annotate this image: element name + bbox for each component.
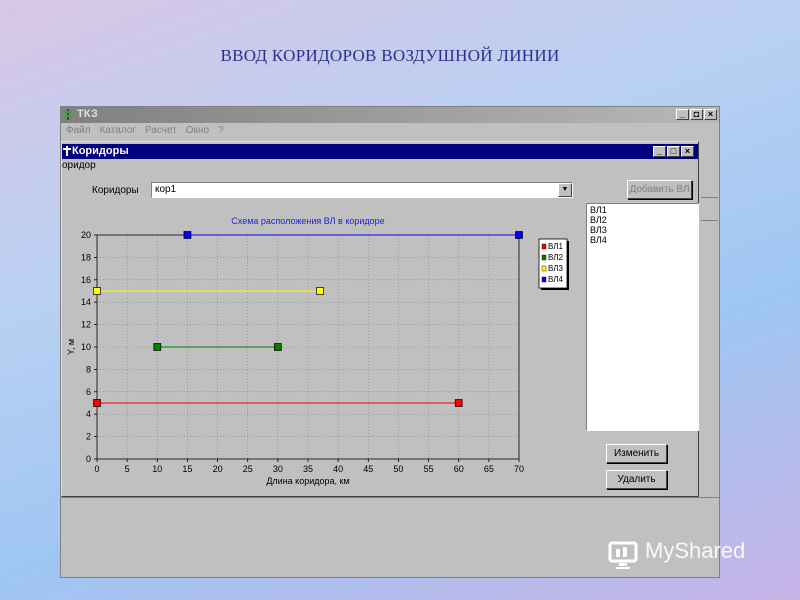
corridors-titlebar[interactable]: Коридоры _ □ × — [62, 144, 698, 159]
menu-window[interactable]: Окно — [186, 123, 209, 139]
app-title: ТКЗ — [77, 108, 98, 120]
x-tick-label: 0 — [94, 464, 99, 474]
list-item[interactable]: ВЛ1 — [590, 205, 695, 215]
series-marker-2 — [153, 343, 162, 351]
x-tick-label: 15 — [182, 464, 192, 474]
chart-title: Схема расположения ВЛ в коридоре — [231, 216, 384, 226]
y-tick-label: 10 — [81, 342, 91, 352]
corridor-menu[interactable]: оридор — [62, 160, 96, 171]
app-titlebar[interactable]: ТКЗ _ ◘ × — [61, 107, 719, 123]
x-axis-label: Длина коридора, км — [266, 476, 349, 486]
x-tick-label: 70 — [514, 464, 524, 474]
y-tick-label: 16 — [81, 275, 91, 285]
corridors-title: Коридоры — [72, 145, 129, 157]
list-item[interactable]: ВЛ3 — [590, 225, 695, 235]
lines-listbox[interactable]: ВЛ1 ВЛ2 ВЛ3 ВЛ4 — [586, 203, 699, 431]
y-tick-label: 20 — [81, 230, 91, 240]
app-window: ТКЗ _ ◘ × Файл Каталог Расчет Окно ? Кор… — [60, 106, 720, 578]
add-line-button[interactable]: Добавить ВЛ — [627, 180, 692, 199]
y-tick-label: 0 — [86, 454, 91, 464]
corridor-chart: Схема расположения ВЛ в коридоре0 5 10 15 20… — [66, 216, 569, 486]
series-marker-2 — [274, 343, 282, 351]
change-button[interactable]: Изменить — [606, 444, 667, 463]
corridors-window: Коридоры _ □ × оридор Коридоры кор1 ▼ До… — [61, 141, 699, 497]
watermark-logo — [608, 541, 638, 569]
legend-swatch-3 — [541, 265, 547, 272]
y-tick-label: 18 — [81, 252, 91, 262]
menu-help[interactable]: ? — [218, 123, 224, 139]
x-tick-label: 25 — [243, 464, 253, 474]
x-tick-label: 55 — [424, 464, 434, 474]
minimize-icon[interactable]: _ — [676, 109, 689, 120]
close-icon[interactable]: × — [681, 146, 694, 157]
corridor-select[interactable]: кор1 ▼ — [151, 182, 573, 198]
x-tick-label: 60 — [454, 464, 464, 474]
y-tick-label: 8 — [86, 364, 91, 374]
menu-calculation[interactable]: Расчет — [145, 123, 177, 139]
x-tick-label: 5 — [125, 464, 130, 474]
watermark-text: MyShared — [645, 538, 746, 563]
delete-button[interactable]: Удалить — [606, 470, 667, 489]
y-axis-label: Y, м — [66, 339, 76, 355]
series-marker-3 — [93, 287, 101, 295]
x-tick-label: 10 — [152, 464, 162, 474]
menu-file[interactable]: Файл — [66, 123, 91, 139]
window-icon — [63, 146, 71, 156]
app-icon — [64, 109, 72, 120]
legend-label-3: ВЛ3 — [548, 264, 563, 273]
corridor-select-value: кор1 — [155, 184, 177, 195]
app-edge — [701, 197, 718, 221]
chevron-down-icon[interactable]: ▼ — [558, 183, 572, 197]
series-marker-4 — [183, 231, 192, 239]
y-tick-label: 12 — [81, 320, 91, 330]
legend-label-2: ВЛ2 — [548, 253, 563, 262]
series-marker-1 — [93, 399, 101, 407]
series-marker-3 — [316, 287, 324, 295]
y-tick-label: 6 — [86, 387, 91, 397]
y-tick-label: 14 — [81, 297, 91, 307]
legend-label-1: ВЛ1 — [548, 242, 563, 251]
x-tick-label: 40 — [333, 464, 343, 474]
legend-swatch-4 — [541, 276, 547, 283]
x-tick-label: 50 — [393, 464, 403, 474]
slide-title: ВВОД КОРИДОРОВ ВОЗДУШНОЙ ЛИНИИ — [220, 46, 560, 65]
x-tick-label: 20 — [213, 464, 223, 474]
y-tick-label: 2 — [86, 432, 91, 442]
restore-icon[interactable]: ◘ — [690, 109, 703, 120]
x-tick-label: 45 — [363, 464, 373, 474]
maximize-icon[interactable]: □ — [667, 146, 680, 157]
list-item[interactable]: ВЛ2 — [590, 215, 695, 225]
series-marker-1 — [454, 399, 463, 407]
y-tick-label: 4 — [86, 409, 91, 419]
legend-swatch-2 — [541, 254, 547, 261]
legend-swatch-1 — [541, 243, 547, 250]
list-item[interactable]: ВЛ4 — [590, 235, 695, 245]
close-icon[interactable]: × — [704, 109, 717, 120]
x-tick-label: 30 — [273, 464, 283, 474]
minimize-icon[interactable]: _ — [653, 146, 666, 157]
series-marker-4 — [515, 231, 523, 239]
menu-catalog[interactable]: Каталог — [100, 123, 136, 139]
corridors-label: Коридоры — [92, 185, 139, 196]
x-tick-label: 65 — [484, 464, 494, 474]
x-tick-label: 35 — [303, 464, 313, 474]
app-divider — [61, 497, 719, 498]
menubar: Файл Каталог Расчет Окно ? — [61, 123, 719, 139]
legend-label-4: ВЛ4 — [548, 275, 563, 284]
